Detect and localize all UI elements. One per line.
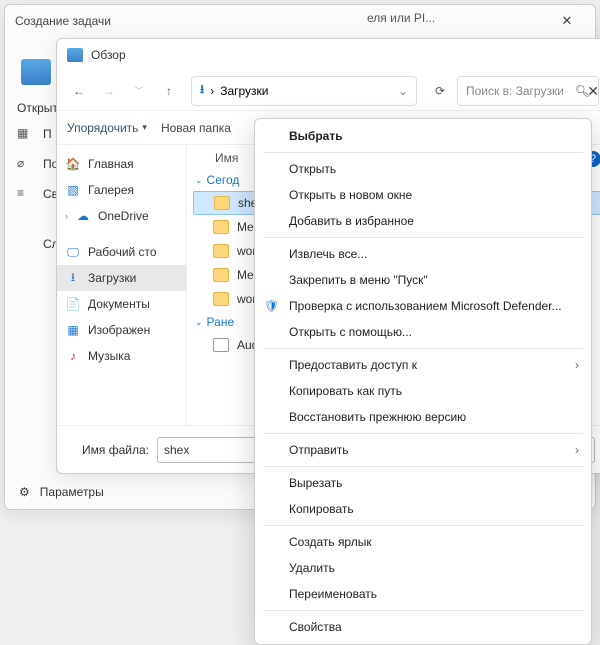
ctx-share[interactable]: Предоставить доступ к› — [255, 352, 591, 378]
gear-icon: ⚙ — [19, 485, 30, 499]
music-icon: ♪ — [65, 348, 81, 364]
folder-icon — [214, 196, 230, 210]
filename-label: Имя файла: — [69, 443, 149, 457]
ctx-delete[interactable]: Удалить — [255, 555, 591, 581]
ctx-defender[interactable]: 🛡Проверка с использованием Microsoft Def… — [255, 293, 591, 319]
desktop-icon: 🖵 — [65, 244, 81, 260]
tree-desktop[interactable]: 🖵Рабочий сто — [57, 239, 186, 265]
ctx-cut[interactable]: Вырезать — [255, 470, 591, 496]
organize-label: Упорядочить — [67, 121, 138, 135]
close-icon[interactable]: ✕ — [549, 13, 585, 29]
list-icon: ≡ — [17, 186, 33, 202]
up-button[interactable]: ↑ — [155, 77, 183, 105]
ctx-open[interactable]: Открыть — [255, 156, 591, 182]
ctx-pin-start[interactable]: Закрепить в меню "Пуск" — [255, 267, 591, 293]
chevron-right-icon: › — [575, 358, 579, 372]
ctx-extract[interactable]: Извлечь все... — [255, 241, 591, 267]
people-icon: ⌀ — [17, 156, 33, 172]
context-menu: Выбрать Открыть Открыть в новом окне Доб… — [254, 118, 592, 645]
back-button[interactable]: ← — [65, 77, 93, 105]
ctx-shortcut[interactable]: Создать ярлык — [255, 529, 591, 555]
chevron-right-icon: › — [65, 211, 68, 221]
tree-onedrive[interactable]: ›☁OneDrive — [57, 203, 186, 229]
path-bar[interactable]: ⭳ › Загрузки ⌄ — [191, 76, 417, 106]
folder-icon — [213, 292, 229, 306]
tab-fragment: еля или PI... — [367, 11, 435, 25]
ctx-open-with[interactable]: Открыть с помощью... — [255, 319, 591, 345]
tree-documents[interactable]: 📄Документы — [57, 291, 186, 317]
dialog-close-icon[interactable]: ✕ — [587, 83, 599, 100]
pictures-icon: ▦ — [65, 322, 81, 338]
chevron-down-icon[interactable]: ⌄ — [398, 84, 408, 98]
shield-icon: 🛡 — [264, 299, 279, 314]
folder-icon — [213, 244, 229, 258]
params-label: Параметры — [40, 485, 104, 499]
home-icon: 🏠 — [65, 156, 81, 172]
recent-dropdown[interactable]: ﹀ — [125, 77, 153, 105]
chevron-right-icon: › — [575, 443, 579, 457]
ctx-restore[interactable]: Восстановить прежнюю версию — [255, 404, 591, 430]
side-p[interactable]: П — [43, 127, 52, 141]
chevron-down-icon: ▾ — [142, 122, 147, 133]
ctx-open-new[interactable]: Открыть в новом окне — [255, 182, 591, 208]
nav-tree: 🏠Главная ▧Галерея ›☁OneDrive 🖵Рабочий ст… — [57, 145, 187, 425]
task-title: Создание задачи — [15, 14, 111, 28]
tree-music[interactable]: ♪Музыка — [57, 343, 186, 369]
ctx-copy[interactable]: Копировать — [255, 496, 591, 522]
forward-button[interactable]: → — [95, 77, 123, 105]
path-text[interactable]: Загрузки — [220, 84, 268, 98]
organize-dropdown[interactable]: Упорядочить ▾ — [67, 121, 147, 135]
tree-downloads[interactable]: ⭳Загрузки — [57, 265, 186, 291]
search-input[interactable]: Поиск в: Загрузки 🔍︎ — [457, 76, 599, 106]
download-icon: ⭳ — [65, 270, 81, 286]
chevron-down-icon: ⌄ — [195, 317, 203, 328]
folder-icon — [213, 220, 229, 234]
tree-gallery[interactable]: ▧Галерея — [57, 177, 186, 203]
fd-app-icon — [67, 48, 83, 62]
ctx-send[interactable]: Отправить› — [255, 437, 591, 463]
new-folder-button[interactable]: Новая папка — [161, 121, 231, 135]
cloud-icon: ☁ — [75, 208, 91, 224]
documents-icon: 📄 — [65, 296, 81, 312]
refresh-button[interactable]: ⟳ — [425, 76, 455, 106]
tree-home[interactable]: 🏠Главная — [57, 151, 186, 177]
search-placeholder: Поиск в: Загрузки — [466, 84, 564, 98]
app-icon — [21, 59, 51, 85]
ctx-props[interactable]: Свойства — [255, 614, 591, 640]
params-row[interactable]: ⚙ Параметры — [19, 485, 104, 499]
ctx-rename[interactable]: Переименовать — [255, 581, 591, 607]
audio-icon — [213, 338, 229, 352]
gallery-icon: ▧ — [65, 182, 81, 198]
folder-icon — [213, 268, 229, 282]
ctx-fav[interactable]: Добавить в избранное — [255, 208, 591, 234]
chevron-down-icon: ⌄ — [195, 175, 203, 186]
layers-icon: ▦ — [17, 126, 33, 142]
ctx-select[interactable]: Выбрать — [255, 123, 591, 149]
tree-pictures[interactable]: ▦Изображен — [57, 317, 186, 343]
download-icon: ⭳ — [200, 80, 204, 101]
path-sep: › — [210, 84, 214, 98]
ctx-copy-path[interactable]: Копировать как путь — [255, 378, 591, 404]
dialog-title: Обзор — [91, 48, 126, 62]
